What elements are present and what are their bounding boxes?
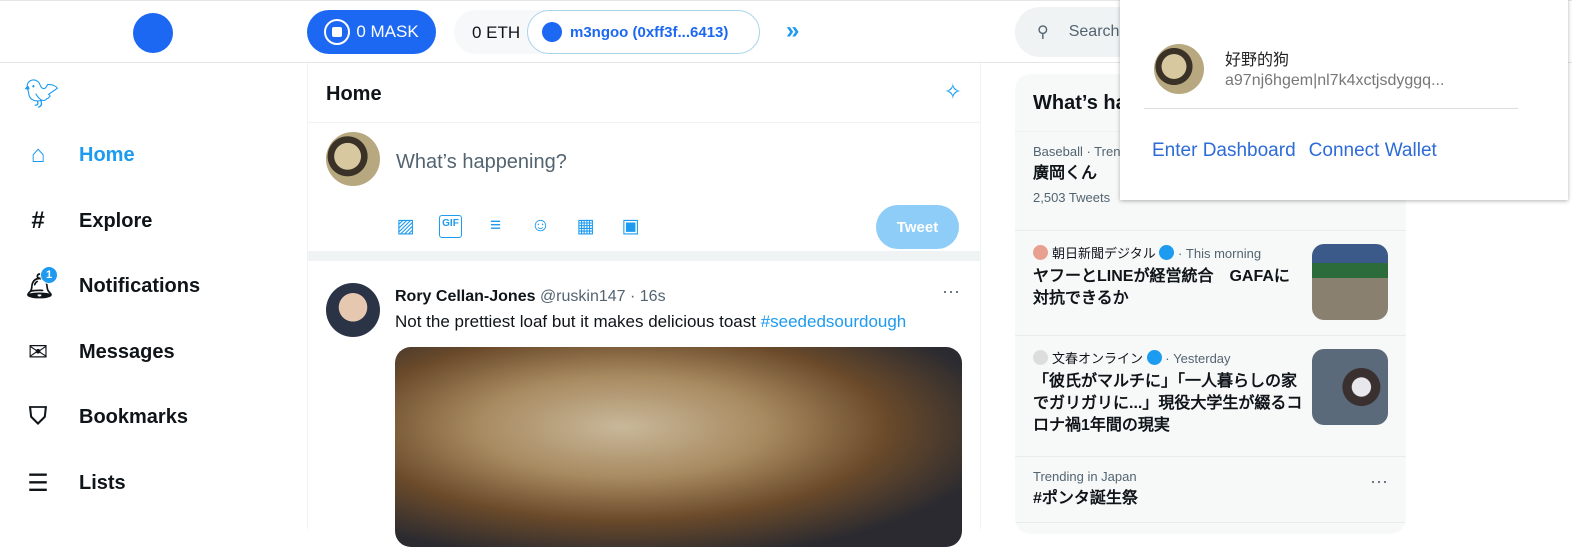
trend-meta: · This morning (1174, 246, 1262, 261)
enter-dashboard-link[interactable]: Enter Dashboard (1152, 140, 1296, 162)
persona-popup: 好野的狗 a97nj6hgem|nl7k4xctjsdyggq... Enter… (1120, 0, 1568, 200)
trend-item[interactable]: 文春オンライン · Yesterday 「彼氏がマルチに」「一人暮らしの家でガリ… (1015, 336, 1406, 457)
avatar[interactable] (326, 132, 380, 186)
source-avatar (1033, 350, 1048, 365)
source-name: 文春オンライン (1052, 351, 1144, 366)
list-icon: ☰ (27, 470, 49, 497)
tweet-image[interactable] (395, 347, 962, 547)
tweet[interactable]: Rory Cellan-Jones @ruskin147 · 16s ··· N… (308, 261, 980, 547)
verified-icon (1146, 350, 1162, 365)
sidebar-item-explore[interactable]: # Explore (24, 207, 152, 235)
emoji-icon[interactable]: ☺ (529, 215, 552, 238)
sidebar-item-home[interactable]: ⌂ Home (24, 141, 135, 169)
trend-title: 「彼氏がマルチに」「一人暮らしの家でガリガリに...」現役大学生が綴るコロナ禍1… (1033, 373, 1303, 434)
wallet-chip: 0 ETH m3ngoo (0xff3f...6413) (454, 10, 760, 54)
sidebar-item-label: Home (79, 143, 135, 166)
tweet-author: Rory Cellan-Jones @ruskin147 · 16s (395, 288, 666, 306)
hashtag-link[interactable]: #seededsourdough (761, 312, 907, 331)
twitter-logo-icon[interactable]: 🐦︎ (24, 77, 60, 110)
more-icon[interactable]: ··· (1370, 471, 1388, 492)
mask-icon[interactable]: ▣ (619, 215, 642, 238)
mask-logo-icon[interactable] (133, 13, 173, 53)
author-name[interactable]: Rory Cellan-Jones (395, 288, 535, 305)
tweet-button[interactable]: Tweet (876, 205, 959, 249)
persona-id: a97nj6hgem|nl7k4xctjsdyggq... (1225, 72, 1445, 89)
mask-icon (324, 19, 351, 45)
page-title: Home (326, 83, 382, 105)
tweet-text: Not the prettiest loaf but it makes deli… (395, 312, 906, 332)
mask-balance: 0 MASK (356, 22, 419, 41)
sidebar-item-label: Bookmarks (79, 405, 188, 428)
mask-balance-button[interactable]: 0 MASK (307, 10, 436, 54)
compose-input[interactable]: What’s happening? (396, 151, 567, 174)
trend-item[interactable]: Trending in Japan ··· #ポンタ誕生祭 (1015, 457, 1406, 523)
sidebar-item-label: Explore (79, 209, 153, 232)
sidebar-item-label: Messages (79, 341, 175, 363)
sidebar-item-notifications[interactable]: 🔔︎ 1 Notifications (24, 266, 201, 301)
bookmark-icon: ⛉ (29, 403, 47, 430)
chevron-double-right-icon[interactable]: » (786, 17, 799, 45)
verified-icon (1159, 245, 1175, 260)
trend-title: #ポンタ誕生祭 (1033, 490, 1138, 507)
home-icon: ⌂ (30, 141, 46, 168)
trend-item[interactable]: 朝日新聞デジタル · This morning ヤフーとLINEが経営統合 GA… (1015, 231, 1406, 336)
mail-icon: ✉ (27, 339, 49, 366)
trend-title: ヤフーとLINEが経営統合 GAFAに対抗できるか (1033, 268, 1290, 307)
persona-name: 好野的狗 (1225, 52, 1290, 69)
timeline-header: Home ✧ (308, 63, 980, 123)
timeline: Home ✧ What’s happening? ▨ GIF ≡ ☺ ▦ ▣ Tw… (307, 63, 981, 547)
tweet-body: Not the prettiest loaf but it makes deli… (395, 312, 761, 331)
trend-thumbnail[interactable] (1312, 244, 1388, 320)
notification-badge: 1 (40, 266, 58, 284)
bell-icon: 🔔︎ 1 (24, 266, 58, 301)
sidebar-item-label: Lists (79, 472, 126, 494)
compose-toolbar: ▨ GIF ≡ ☺ ▦ ▣ (394, 215, 642, 238)
eth-balance: 0 ETH (472, 23, 521, 42)
source-name: 朝日新聞デジタル (1052, 246, 1156, 261)
poll-icon[interactable]: ≡ (484, 215, 507, 238)
search-icon: ⚲ (1037, 24, 1049, 41)
source-avatar (1033, 245, 1048, 260)
sidebar-item-messages[interactable]: ✉ Messages (24, 338, 175, 367)
image-icon[interactable]: ▨ (394, 215, 417, 238)
account-label: m3ngoo (0xff3f...6413) (570, 23, 729, 41)
gif-icon[interactable]: GIF (439, 215, 462, 238)
sidebar-item-bookmarks[interactable]: ⛉ Bookmarks (24, 403, 188, 431)
trend-meta: Trending in Japan (1033, 469, 1137, 484)
avatar[interactable] (326, 283, 380, 337)
schedule-icon[interactable]: ▦ (574, 215, 597, 238)
compose-box: What’s happening? ▨ GIF ≡ ☺ ▦ ▣ Tweet (308, 123, 980, 261)
sidebar-item-label: Notifications (79, 275, 201, 297)
persona-avatar (1154, 44, 1204, 94)
author-handle: @ruskin147 · 16s (539, 288, 666, 305)
trend-thumbnail[interactable] (1312, 349, 1388, 425)
more-icon[interactable]: ··· (942, 281, 960, 302)
hashtag-icon: # (31, 207, 45, 234)
sidebar: 🐦︎ ⌂ Home # Explore 🔔︎ 1 Notifications ✉ Mess… (0, 63, 307, 529)
divider (1144, 108, 1518, 109)
sidebar-item-lists[interactable]: ☰ Lists (24, 469, 126, 498)
connect-wallet-link[interactable]: Connect Wallet (1309, 140, 1437, 162)
mask-icon (542, 22, 562, 42)
trend-meta: · Yesterday (1161, 351, 1231, 366)
account-button[interactable]: m3ngoo (0xff3f...6413) (527, 10, 760, 54)
sparkle-icon[interactable]: ✧ (944, 79, 962, 105)
popup-actions: Enter Dashboard Connect Wallet (1152, 140, 1437, 162)
